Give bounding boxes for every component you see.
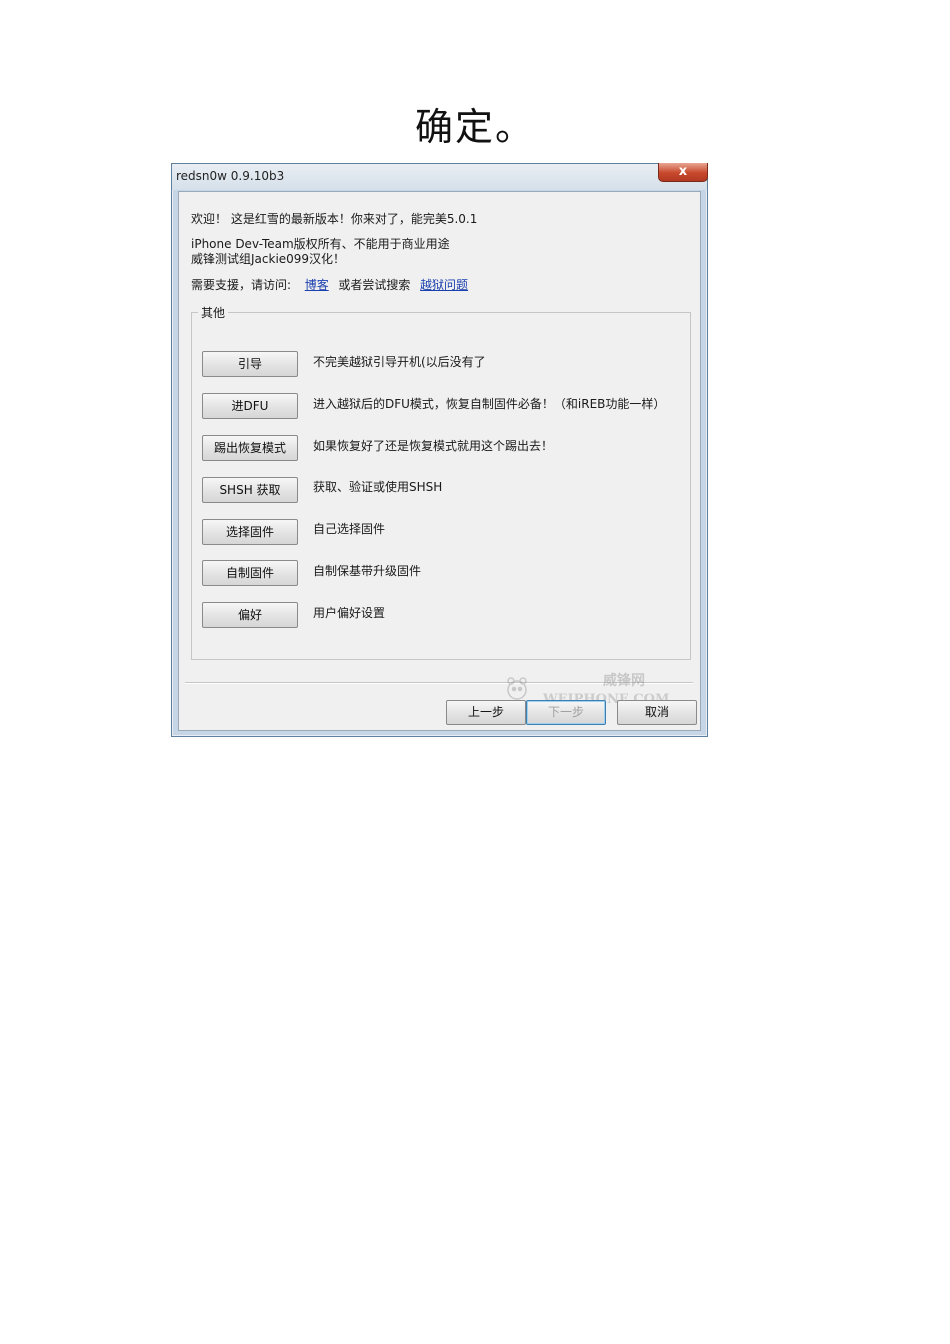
bottom-separator [185,682,693,684]
group-legend: 其他 [198,304,229,321]
enter-dfu-description: 进入越狱后的DFU模式，恢复自制固件必备！（和iREB功能一样） [313,397,666,411]
window-title: redsn0w 0.9.10b3 [176,169,285,183]
dialog-client-area: 欢迎！ 这是红雪的最新版本！你来对了，能完美5.0.1 iPhone Dev-T… [178,191,701,731]
exit-recovery-button[interactable]: 踢出恢复模式 [202,435,298,461]
back-button[interactable]: 上一步 [446,700,526,725]
close-icon: x [678,164,688,179]
support-middle-text: 或者尝试搜索 [338,278,411,292]
select-firmware-button[interactable]: 选择固件 [202,519,298,545]
custom-firmware-description: 自制保基带升级固件 [313,564,422,578]
next-button[interactable]: 下一步 [526,700,606,725]
enter-dfu-button[interactable]: 进DFU [202,393,298,419]
exit-recovery-description: 如果恢复好了还是恢复模式就用这个踢出去！ [313,439,554,453]
support-prefix: 需要支援，请访问: [191,278,292,292]
jailbreak-issues-link[interactable]: 越狱问题 [420,278,468,292]
watermark-cn-text: 威锋网 [603,672,645,689]
other-options-group: 其他 引导 不完美越狱引导开机(以后没有了 进DFU 进入越狱后的DFU模式，恢… [191,304,691,660]
select-firmware-description: 自己选择固件 [313,522,386,536]
cancel-button[interactable]: 取消 [617,700,697,725]
custom-firmware-button[interactable]: 自制固件 [202,560,298,586]
preferences-description: 用户偏好设置 [313,606,386,620]
boot-description: 不完美越狱引导开机(以后没有了 [313,355,486,369]
welcome-text: 欢迎！ 这是红雪的最新版本！你来对了，能完美5.0.1 [191,212,478,226]
title-bar[interactable]: redsn0w 0.9.10b3 x [172,163,708,190]
document-heading: 确定。 [414,105,535,149]
close-button[interactable]: x [658,163,708,182]
translation-credit-text: 威锋测试组Jackie099汉化！ [191,252,346,266]
shsh-button[interactable]: SHSH 获取 [202,477,298,503]
blog-link[interactable]: 博客 [305,278,329,292]
redsn0w-window: redsn0w 0.9.10b3 x 欢迎！ 这是红雪的最新版本！你来对了，能完… [171,163,708,737]
boot-button[interactable]: 引导 [202,351,298,377]
shsh-description: 获取、验证或使用SHSH [313,480,443,494]
support-line: 需要支援，请访问: 博客 或者尝试搜索 越狱问题 [191,276,468,293]
preferences-button[interactable]: 偏好 [202,602,298,628]
